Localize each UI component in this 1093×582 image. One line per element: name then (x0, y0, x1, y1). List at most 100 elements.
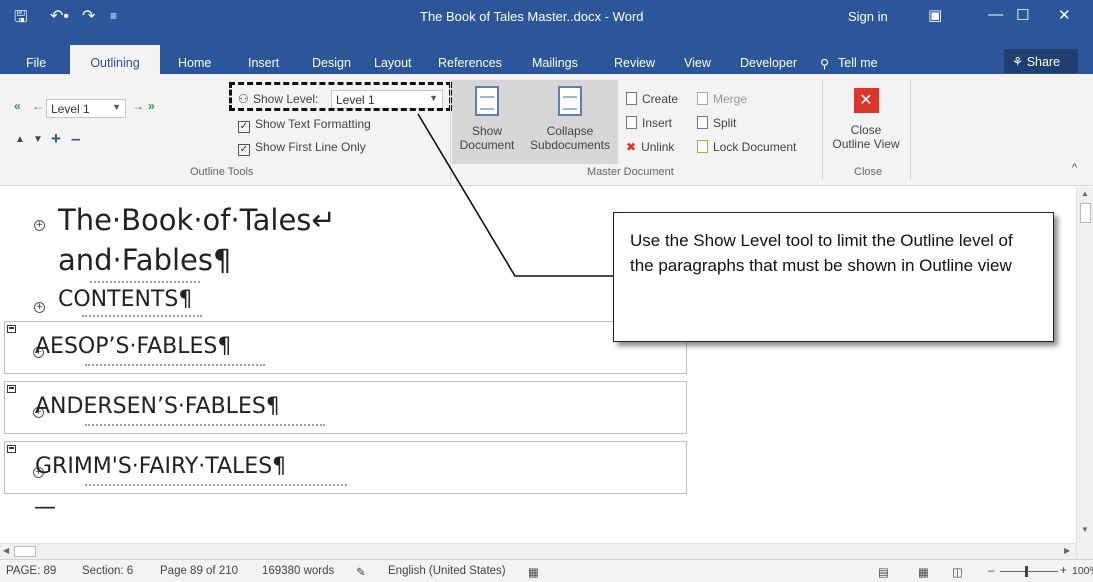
proofing-icon[interactable]: ✎ (356, 565, 366, 579)
merge-subdocument-button[interactable]: Merge (697, 92, 747, 106)
web-layout-icon[interactable]: ◫ (952, 565, 963, 579)
status-bar: PAGE: 89 Section: 6 Page 89 of 210 16938… (0, 559, 1093, 582)
unlink-subdocument-button[interactable]: ✖ Unlink (626, 140, 674, 154)
insert-icon (626, 116, 637, 129)
outline-title-line2[interactable]: and·Fables¶ (58, 243, 231, 277)
show-text-formatting-label: Show Text Formatting (255, 117, 371, 131)
status-page[interactable]: PAGE: 89 (6, 565, 56, 577)
zoom-slider[interactable] (1000, 571, 1058, 572)
save-icon[interactable]: 🖫 (14, 6, 28, 33)
customize-quick-access-icon[interactable]: ≡ (110, 9, 117, 23)
outline-bullet-icon[interactable]: + (34, 215, 45, 234)
expand-icon[interactable]: + (51, 129, 61, 149)
show-text-formatting-checkbox[interactable]: ✓ Show Text Formatting (238, 117, 371, 133)
horizontal-scrollbar[interactable]: ◀ ▶ (0, 543, 1076, 559)
tab-outlining[interactable]: Outlining (70, 45, 160, 74)
status-word-count[interactable]: 169380 words (262, 565, 334, 577)
maximize-icon[interactable]: ☐ (1016, 6, 1029, 24)
collapse-icon[interactable]: – (71, 129, 80, 149)
show-document-button[interactable]: Show Document (452, 80, 522, 164)
zoom-out-icon[interactable]: – (988, 565, 994, 577)
subdocument-icon[interactable] (7, 325, 16, 333)
split-label: Split (713, 116, 737, 130)
tab-home[interactable]: Home (178, 56, 211, 70)
subdocument-heading-2[interactable]: ANDERSEN’S·FABLES¶ (35, 394, 280, 419)
tab-insert[interactable]: Insert (248, 56, 279, 70)
demote-icon[interactable]: → (132, 99, 144, 113)
outline-title-line1[interactable]: The·Book·of·Tales↵ (58, 203, 336, 237)
show-level-highlight-box (229, 82, 452, 111)
macro-recording-icon[interactable]: ▦ (528, 565, 539, 579)
create-subdocument-button[interactable]: Create (626, 92, 678, 106)
group-divider (822, 80, 823, 180)
scroll-left-icon[interactable]: ◀ (3, 546, 9, 555)
insert-label: Insert (642, 116, 673, 130)
collapse-subdocuments-label-1: Collapse (546, 124, 594, 138)
tab-references[interactable]: References (438, 56, 502, 70)
promote-icon[interactable]: ← (32, 99, 44, 113)
ribbon-tabs: File Outlining Home Insert Design Layout… (0, 34, 1093, 74)
demote-to-body-text-icon[interactable]: » (148, 99, 155, 113)
print-layout-icon[interactable]: ▦ (918, 565, 929, 579)
subdocument-heading-1[interactable]: AESOP’S·FABLES¶ (35, 334, 231, 359)
ribbon-display-options-icon[interactable]: ▣ (928, 6, 942, 24)
spelling-squiggle (85, 484, 347, 486)
lock-icon (697, 140, 708, 153)
tab-view[interactable]: View (684, 56, 711, 70)
window-title: The Book of Tales Master..docx - Word (420, 9, 644, 24)
zoom-slider-thumb[interactable] (1025, 566, 1028, 577)
document-icon (475, 86, 499, 116)
ribbon: « ← Level 1 ▼ → » ▲ ▼ + – ⚇ Show Level: … (0, 74, 1093, 186)
close-window-icon[interactable]: ✕ (1058, 6, 1071, 24)
close-outline-view-label-1: Close (850, 123, 882, 137)
chevron-down-icon: ▼ (112, 102, 121, 112)
scroll-down-icon[interactable]: ▼ (1081, 525, 1089, 534)
subdocument-box-1[interactable]: + AESOP’S·FABLES¶ (4, 321, 687, 374)
promote-to-heading1-icon[interactable]: « (14, 99, 21, 113)
zoom-in-icon[interactable]: + (1060, 565, 1067, 577)
collapse-subdocuments-button[interactable]: Collapse Subdocuments (522, 80, 618, 164)
zoom-level[interactable]: 100% (1072, 565, 1093, 577)
scroll-right-icon[interactable]: ▶ (1064, 546, 1070, 555)
lock-document-button[interactable]: Lock Document (697, 140, 796, 154)
outline-level-dropdown[interactable]: Level 1 ▼ (46, 99, 126, 118)
show-first-line-only-checkbox[interactable]: ✓ Show First Line Only (238, 140, 366, 156)
close-outline-view-button[interactable]: ✕ Close Outline View (826, 80, 906, 164)
lightbulb-icon: ⚲ (820, 57, 830, 71)
close-group-label: Close (854, 166, 883, 178)
tab-review[interactable]: Review (614, 56, 655, 70)
collapse-ribbon-icon[interactable]: ^ (1072, 162, 1077, 174)
status-section[interactable]: Section: 6 (82, 565, 133, 577)
outline-bullet-icon[interactable]: + (34, 297, 45, 316)
insert-subdocument-button[interactable]: Insert (626, 116, 672, 130)
redo-icon[interactable]: ↷ (82, 6, 95, 26)
tell-me-box[interactable]: Tell me (838, 56, 878, 70)
subdocument-icon[interactable] (7, 445, 16, 453)
scroll-up-icon[interactable]: ▲ (1081, 189, 1089, 198)
vertical-scrollbar[interactable]: ▲ ▼ (1076, 187, 1093, 559)
subdocument-box-2[interactable]: + ANDERSEN’S·FABLES¶ (4, 381, 687, 434)
tab-mailings[interactable]: Mailings (532, 56, 578, 70)
status-language[interactable]: English (United States) (388, 565, 506, 577)
minimize-icon[interactable]: — (988, 6, 1003, 23)
outline-contents-heading[interactable]: CONTENTS¶ (58, 287, 192, 312)
subdocument-icon[interactable] (7, 385, 16, 393)
read-mode-icon[interactable]: ▤ (878, 565, 889, 579)
vertical-scroll-thumb[interactable] (1080, 203, 1091, 223)
undo-icon[interactable]: ↶• (50, 6, 69, 26)
split-subdocument-button[interactable]: Split (697, 116, 736, 130)
subdocument-box-3[interactable]: + GRIMM'S·FAIRY·TALES¶ (4, 441, 687, 494)
tab-design[interactable]: Design (312, 56, 351, 70)
move-down-icon[interactable]: ▼ (33, 134, 43, 145)
subdocument-heading-3[interactable]: GRIMM'S·FAIRY·TALES¶ (35, 454, 286, 479)
tab-file[interactable]: File (26, 56, 46, 70)
share-button[interactable]: ⚘ Share (1004, 49, 1078, 73)
sign-in-link[interactable]: Sign in (848, 9, 888, 24)
tab-layout[interactable]: Layout (374, 56, 412, 70)
move-up-icon[interactable]: ▲ (15, 134, 25, 145)
close-icon: ✕ (853, 88, 879, 113)
status-page-of[interactable]: Page 89 of 210 (160, 565, 238, 577)
tab-developer[interactable]: Developer (740, 56, 797, 70)
horizontal-scroll-thumb[interactable] (14, 546, 36, 557)
group-divider (450, 80, 451, 180)
